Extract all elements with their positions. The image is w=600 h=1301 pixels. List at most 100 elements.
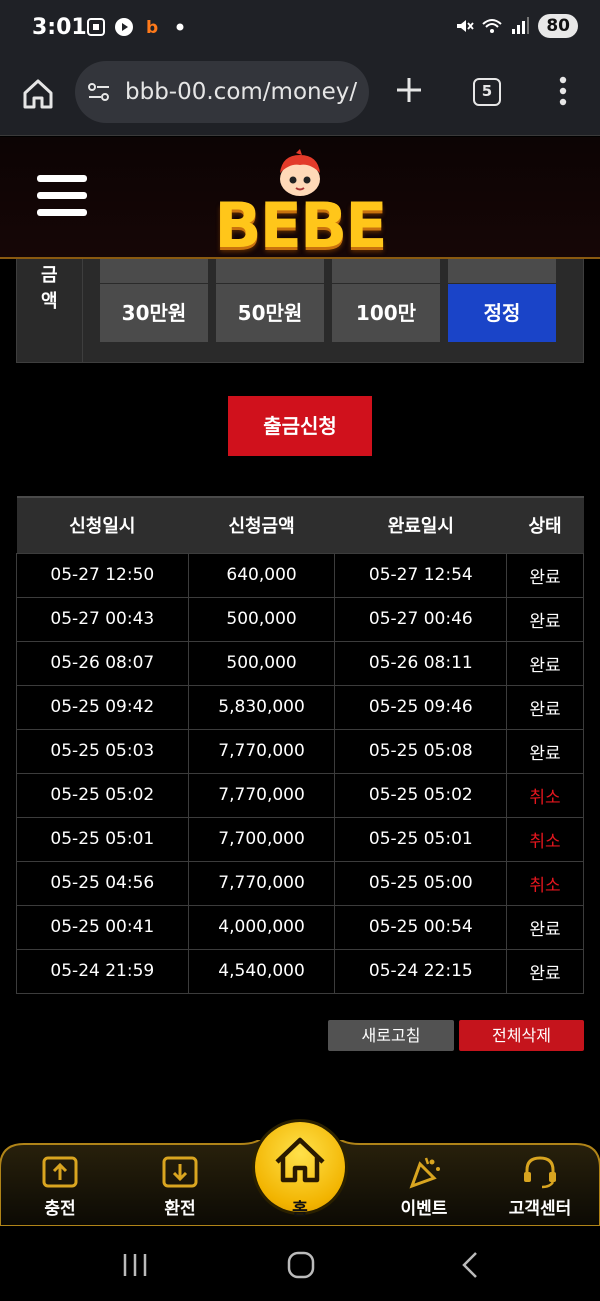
cell-request-time: 05-26 08:07 <box>16 640 189 686</box>
cell-complete-time: 05-25 00:54 <box>334 904 508 950</box>
address-bar[interactable]: bbb-00.com/money/ <box>75 61 369 123</box>
amount-button-30[interactable]: 30만원 <box>100 284 208 342</box>
event-icon <box>409 1157 440 1189</box>
table-row: 05-24 21:59 4,540,000 05-24 22:15 완료 <box>16 948 584 994</box>
nav-support-label: 고객센터 <box>508 1199 572 1219</box>
dot-icon <box>176 23 184 31</box>
amount-panel: 금 액 30만원 50만원 100만 정정 <box>16 259 584 363</box>
amount-button-partial[interactable] <box>448 259 556 283</box>
bebe-logo[interactable]: BEBE <box>200 149 400 262</box>
amount-button-50[interactable]: 50만원 <box>216 284 324 342</box>
amount-button-partial[interactable] <box>216 259 324 283</box>
cell-status: 취소 <box>506 772 584 818</box>
cell-complete-time: 05-27 00:46 <box>334 596 508 642</box>
refresh-button[interactable]: 새로고침 <box>328 1020 454 1051</box>
amount-button-partial[interactable] <box>332 259 440 283</box>
tab-switcher-button[interactable]: 5 <box>473 78 501 106</box>
system-home-icon[interactable] <box>286 1250 316 1280</box>
cell-request-time: 05-24 21:59 <box>16 948 189 994</box>
deposit-icon <box>42 1156 78 1188</box>
screen-record-icon <box>87 18 105 36</box>
table-row: 05-25 09:42 5,830,000 05-25 09:46 완료 <box>16 684 584 730</box>
status-bar: 3:01 b 80 <box>0 0 600 56</box>
system-navigation-bar <box>0 1226 600 1301</box>
header-request-time: 신청일시 <box>16 496 189 553</box>
wifi-icon <box>482 19 502 33</box>
withdraw-icon <box>162 1156 198 1188</box>
cell-complete-time: 05-25 05:08 <box>334 728 508 774</box>
nav-deposit[interactable]: 충전 <box>10 1154 110 1219</box>
amount-label-char-1: 금 <box>41 265 58 286</box>
cell-status: 완료 <box>506 640 584 686</box>
site-settings-icon[interactable] <box>87 82 111 102</box>
withdrawal-history-table: 신청일시 신청금액 완료일시 상태 05-27 12:50 640,000 05-2… <box>16 496 584 994</box>
cell-status: 완료 <box>506 948 584 994</box>
svg-text:b: b <box>146 18 158 37</box>
cell-complete-time: 05-25 05:01 <box>334 816 508 862</box>
recent-apps-icon[interactable] <box>120 1252 150 1278</box>
home-icon <box>275 1137 325 1183</box>
nav-event-label: 이벤트 <box>400 1199 448 1219</box>
cell-request-time: 05-25 05:02 <box>16 772 189 818</box>
mute-icon <box>457 20 475 32</box>
cell-request-time: 05-25 05:03 <box>16 728 189 774</box>
more-menu-icon[interactable] <box>548 74 578 108</box>
table-header-row: 신청일시 신청금액 완료일시 상태 <box>16 496 584 553</box>
cell-request-amount: 4,000,000 <box>187 904 336 950</box>
cell-request-time: 05-25 00:41 <box>16 904 189 950</box>
b-app-icon: b <box>146 18 158 37</box>
nav-home-label: 홈 <box>292 1200 308 1220</box>
amount-label-char-2: 액 <box>41 291 58 312</box>
amount-button-100[interactable]: 100만 <box>332 284 440 342</box>
nav-withdraw-label: 환전 <box>164 1199 196 1219</box>
table-row: 05-25 00:41 4,000,000 05-25 00:54 완료 <box>16 904 584 950</box>
cell-request-time: 05-25 04:56 <box>16 860 189 906</box>
cell-status: 완료 <box>506 904 584 950</box>
cell-request-time: 05-27 00:43 <box>16 596 189 642</box>
cell-status: 취소 <box>506 860 584 906</box>
nav-support[interactable]: 고객센터 <box>490 1154 590 1219</box>
cell-complete-time: 05-25 05:00 <box>334 860 508 906</box>
table-row: 05-25 04:56 7,770,000 05-25 05:00 취소 <box>16 860 584 906</box>
cell-request-time: 05-25 09:42 <box>16 684 189 730</box>
cell-request-amount: 4,540,000 <box>187 948 336 994</box>
table-row: 05-26 08:07 500,000 05-26 08:11 완료 <box>16 640 584 686</box>
browser-home-icon[interactable] <box>20 76 56 112</box>
header-status: 상태 <box>506 496 584 553</box>
logo-text: BEBE <box>214 189 387 262</box>
withdraw-request-button[interactable]: 출금신청 <box>228 396 372 456</box>
cell-request-amount: 5,830,000 <box>187 684 336 730</box>
nav-deposit-label: 충전 <box>44 1199 76 1219</box>
hamburger-menu-icon[interactable] <box>37 175 87 221</box>
table-row: 05-25 05:02 7,770,000 05-25 05:02 취소 <box>16 772 584 818</box>
cell-request-amount: 500,000 <box>187 640 336 686</box>
table-row: 05-27 00:43 500,000 05-27 00:46 완료 <box>16 596 584 642</box>
cell-request-amount: 640,000 <box>187 552 336 598</box>
amount-button-partial[interactable] <box>100 259 208 283</box>
signal-icon <box>512 17 530 34</box>
url-text: bbb-00.com/money/ <box>125 79 358 105</box>
cell-request-time: 05-27 12:50 <box>16 552 189 598</box>
cell-complete-time: 05-25 09:46 <box>334 684 508 730</box>
site-header: BEBE <box>0 137 600 262</box>
cell-request-amount: 7,700,000 <box>187 816 336 862</box>
cell-complete-time: 05-25 05:02 <box>334 772 508 818</box>
new-tab-icon[interactable] <box>393 74 425 106</box>
nav-event[interactable]: 이벤트 <box>374 1154 474 1219</box>
system-back-icon[interactable] <box>458 1250 484 1280</box>
cell-request-amount: 7,770,000 <box>187 772 336 818</box>
header-request-amount: 신청금액 <box>188 496 335 553</box>
nav-withdraw[interactable]: 환전 <box>130 1154 230 1219</box>
browser-toolbar: bbb-00.com/money/ 5 <box>0 56 600 136</box>
cell-request-amount: 500,000 <box>187 596 336 642</box>
cell-complete-time: 05-27 12:54 <box>334 552 508 598</box>
delete-all-button[interactable]: 전체삭제 <box>459 1020 584 1051</box>
cell-status: 완료 <box>506 552 584 598</box>
table-row: 05-25 05:01 7,700,000 05-25 05:01 취소 <box>16 816 584 862</box>
cell-status: 완료 <box>506 728 584 774</box>
play-icon <box>115 18 133 36</box>
reset-amount-button[interactable]: 정정 <box>448 284 556 342</box>
amount-label: 금 액 <box>17 259 83 362</box>
table-row: 05-25 05:03 7,770,000 05-25 05:08 완료 <box>16 728 584 774</box>
cell-request-amount: 7,770,000 <box>187 860 336 906</box>
